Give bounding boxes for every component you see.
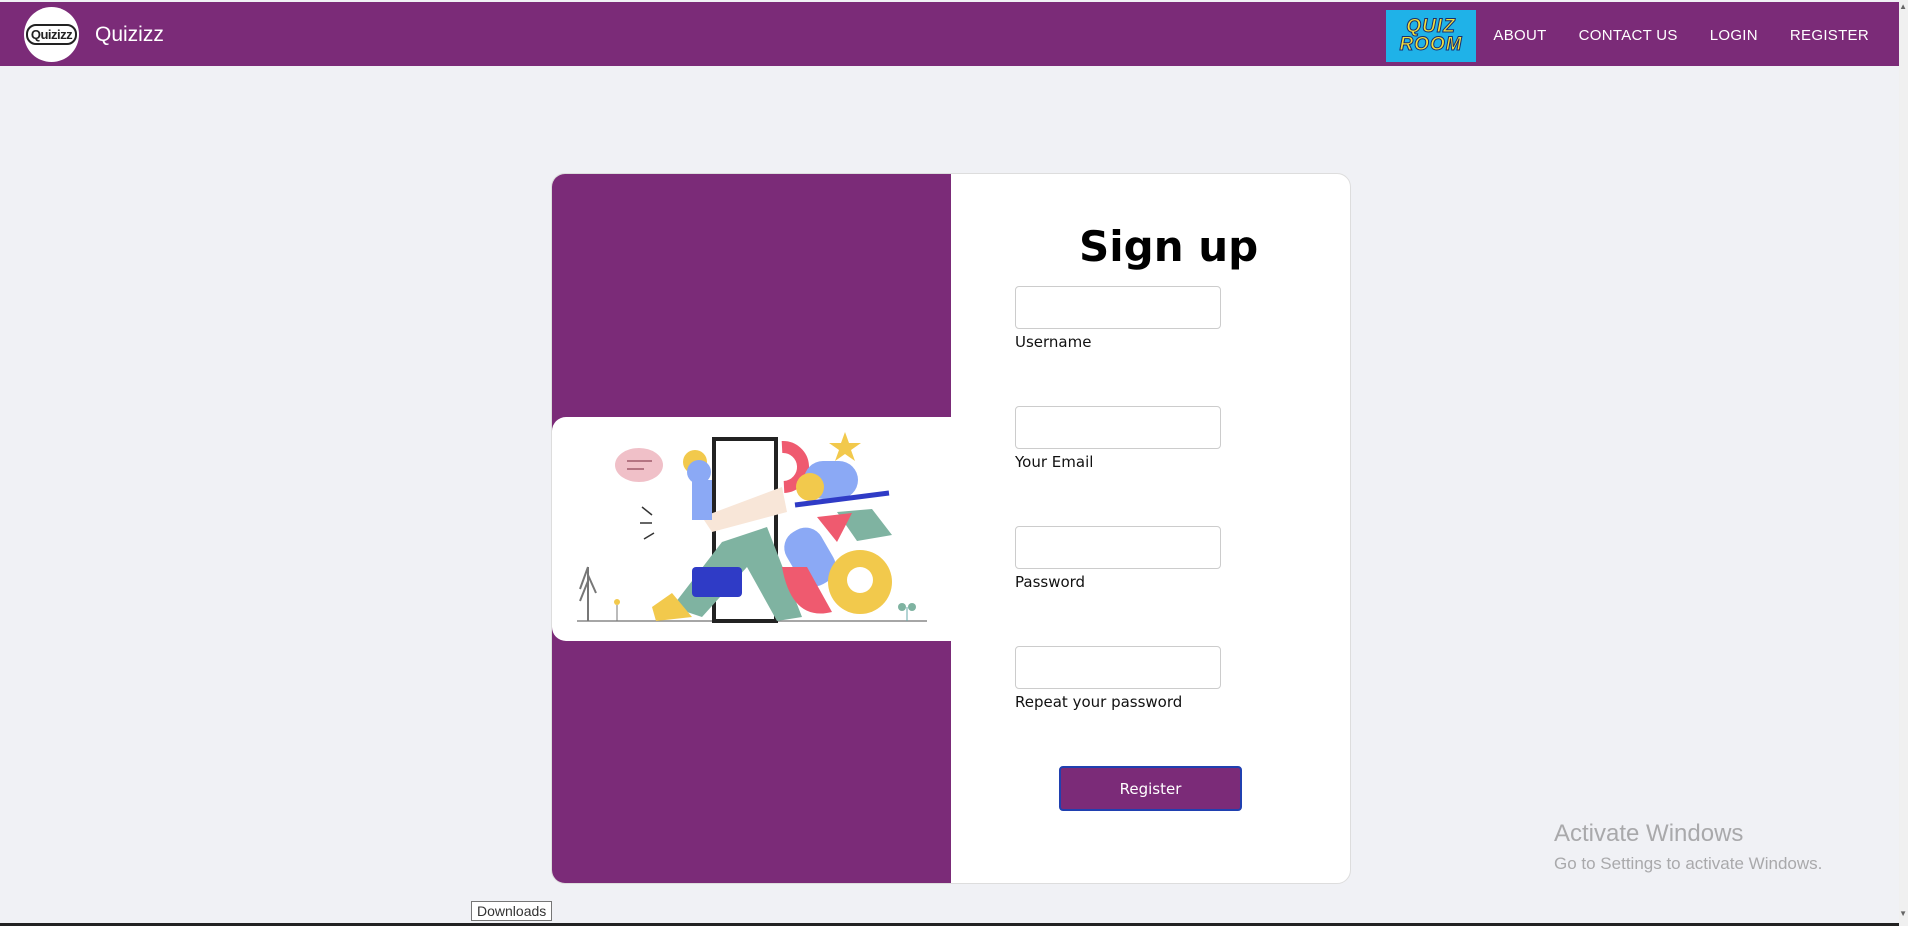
nav-link-login[interactable]: LOGIN	[1710, 27, 1758, 44]
signup-illustration	[552, 417, 951, 641]
repeat-password-label: Repeat your password	[1015, 693, 1183, 711]
password-input[interactable]	[1015, 526, 1221, 569]
person-with-shapes-illustration	[577, 432, 927, 623]
nav-link-about[interactable]: ABOUT	[1493, 27, 1546, 44]
email-input[interactable]	[1015, 406, 1221, 449]
brand-name[interactable]: Quizizz	[95, 23, 164, 47]
password-label: Password	[1015, 573, 1086, 591]
signup-form: Sign up Username Your Email Password Rep…	[951, 174, 1350, 883]
top-navbar: Quizizz Quizizz QUIZ ROOM ABOUT CONTACT …	[0, 2, 1899, 66]
quizizz-logo-text: Quizizz	[25, 24, 78, 45]
nav-link-register[interactable]: REGISTER	[1790, 27, 1869, 44]
activate-windows-watermark: Activate Windows Go to Settings to activ…	[1554, 820, 1822, 874]
signup-title: Sign up	[1079, 222, 1259, 271]
username-label: Username	[1015, 333, 1092, 351]
quiz-room-logo[interactable]: QUIZ ROOM	[1386, 10, 1476, 62]
page-scrollbar[interactable]: ▲ ▼	[1899, 0, 1908, 926]
downloads-tooltip: Downloads	[471, 901, 553, 921]
signup-card: Sign up Username Your Email Password Rep…	[551, 173, 1351, 884]
nav-links: ABOUT CONTACT US LOGIN REGISTER	[1493, 27, 1869, 44]
repeat-password-input[interactable]	[1015, 646, 1221, 689]
activate-windows-subtitle: Go to Settings to activate Windows.	[1554, 854, 1823, 873]
quiz-room-logo-line2: ROOM	[1399, 34, 1463, 55]
email-label: Your Email	[1015, 453, 1094, 471]
username-input[interactable]	[1015, 286, 1221, 329]
activate-windows-title: Activate Windows	[1554, 820, 1744, 847]
nav-link-contact-us[interactable]: CONTACT US	[1579, 27, 1678, 44]
quizizz-logo[interactable]: Quizizz	[24, 7, 79, 62]
scroll-down-arrow-icon[interactable]: ▼	[1899, 909, 1907, 918]
signup-side-panel	[552, 174, 951, 883]
scroll-up-arrow-icon[interactable]: ▲	[1899, 2, 1907, 11]
register-button[interactable]: Register	[1059, 766, 1242, 811]
